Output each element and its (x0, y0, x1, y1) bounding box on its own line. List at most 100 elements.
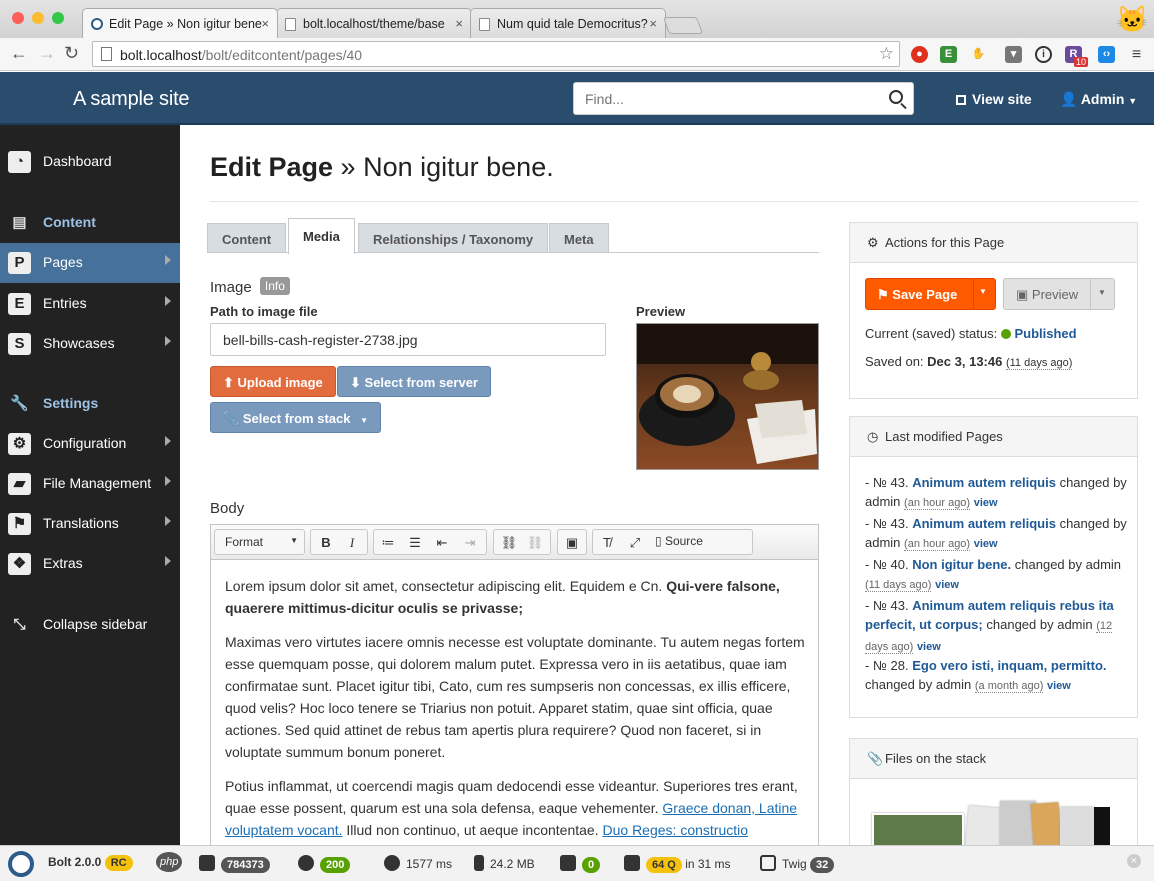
maximize-window-button[interactable] (52, 12, 64, 24)
sidebar-section-content[interactable]: ▤ Content (0, 203, 180, 243)
sidebar-item-configuration[interactable]: ⚙ Configuration (0, 424, 180, 464)
save-options-caret-icon[interactable]: ▼ (979, 287, 987, 296)
item-view-link[interactable]: view (1047, 680, 1071, 692)
site-name[interactable]: A sample site (73, 88, 190, 111)
minimize-window-button[interactable] (32, 12, 44, 24)
forward-arrow-icon[interactable]: → (38, 43, 56, 64)
sidebar-item-showcases[interactable]: S Showcases (0, 324, 180, 364)
info-extension-icon[interactable]: i (1035, 46, 1052, 63)
rich-text-editor[interactable]: Format ▼ B I ≔ ☰ ⇤ ⇥ ⛓ ⛓ ▣ T̸ ⤢ ▯ Source… (210, 524, 819, 845)
pocket-extension-icon[interactable]: ▾ (1005, 46, 1022, 63)
unlink-icon[interactable]: ⛓ (525, 533, 545, 553)
info-badge[interactable]: Info (259, 277, 290, 295)
sidebar-section-label: Content (43, 214, 96, 230)
sidebar-item-file-management[interactable]: ▰ File Management (0, 464, 180, 504)
sidebar-item-dashboard[interactable]: ◔ Dashboard (0, 142, 180, 182)
reload-icon[interactable]: ↻ (64, 43, 79, 64)
preview-options-caret-icon[interactable]: ▼ (1098, 288, 1106, 297)
requests-info[interactable]: 784373 (199, 855, 270, 873)
browser-tab-edit-page[interactable]: Edit Page » Non igitur bene × (82, 8, 278, 38)
upload-image-button[interactable]: ⬆ Upload image (210, 366, 336, 397)
item-link[interactable]: Animum autem reliquis (912, 475, 1056, 490)
item-link[interactable]: Ego vero isti, inquam, permitto. (912, 658, 1106, 673)
sidebar-item-extras[interactable]: ❖ Extras (0, 544, 180, 584)
sidebar-item-translations[interactable]: ⚑ Translations (0, 504, 180, 544)
search-input[interactable] (585, 91, 865, 107)
outdent-icon[interactable]: ⇤ (432, 533, 452, 553)
time-value: 1577 ms (406, 857, 453, 871)
stack-thumbnail[interactable] (872, 813, 964, 845)
close-tab-icon[interactable]: × (261, 16, 269, 31)
link-icon[interactable]: ⛓ (499, 533, 519, 553)
tab-media[interactable]: Media (288, 218, 355, 254)
item-link[interactable]: Animum autem reliquis (912, 516, 1056, 531)
browser-tab-theme[interactable]: bolt.localhost/theme/base × (276, 8, 472, 38)
twig-badge: 32 (810, 857, 835, 873)
close-debugbar-icon[interactable]: × (1127, 854, 1141, 868)
stack-thumbnail[interactable] (1060, 807, 1094, 845)
sidebar-item-pages[interactable]: P Pages (0, 243, 180, 283)
image-path-input[interactable] (210, 323, 606, 356)
bolt-version[interactable]: Bolt 2.0.0 RC (48, 855, 133, 871)
item-view-link[interactable]: view (974, 538, 998, 550)
new-tab-button[interactable] (662, 17, 704, 34)
body-link[interactable]: Duo Reges: constructio (603, 822, 749, 838)
browser-tab-democritus[interactable]: Num quid tale Democritus? × (470, 8, 666, 38)
item-ago: (an hour ago) (904, 538, 971, 551)
maximize-icon[interactable]: ⤢ (625, 533, 645, 553)
preview-button[interactable]: ▣ Preview (1016, 287, 1078, 303)
bolt-logo-icon[interactable] (8, 851, 34, 880)
tab-meta[interactable]: Meta (549, 223, 609, 253)
stack-thumbnails[interactable] (872, 799, 1127, 845)
numbered-list-icon[interactable]: ≔ (378, 533, 398, 553)
source-button[interactable]: ▯ Source (655, 534, 703, 548)
italic-icon[interactable]: I (342, 533, 362, 553)
time-info[interactable]: 1577 ms (384, 855, 452, 871)
hand-extension-icon[interactable]: ✋ (970, 46, 987, 63)
save-page-button[interactable]: ⚑ Save Page (877, 287, 957, 303)
close-tab-icon[interactable]: × (455, 16, 463, 31)
stack-thumbnail[interactable] (1030, 802, 1062, 845)
close-window-button[interactable] (12, 12, 24, 24)
format-dropdown[interactable]: Format ▼ (214, 529, 305, 555)
sidebar-item-entries[interactable]: E Entries (0, 284, 180, 324)
view-site-link[interactable]: View site (956, 91, 1032, 107)
menu-icon[interactable]: ≡ (1128, 46, 1145, 63)
bookmark-star-icon[interactable]: ☆ (879, 44, 894, 64)
code-extension-icon[interactable]: ‹› (1098, 46, 1115, 63)
select-from-stack-button[interactable]: 📎 Select from stack ▼ (210, 402, 382, 433)
tab-content[interactable]: Content (207, 223, 287, 253)
back-arrow-icon[interactable]: ← (10, 43, 28, 64)
memory-info[interactable]: 24.2 MB (474, 855, 535, 871)
indent-icon[interactable]: ⇥ (460, 533, 480, 553)
item-view-link[interactable]: view (917, 641, 941, 653)
select-from-server-button[interactable]: ⬇ Select from server (337, 366, 491, 397)
image-icon[interactable]: ▣ (562, 533, 582, 553)
config-info[interactable]: 200 (298, 855, 351, 873)
stack-thumbnail[interactable] (1094, 807, 1110, 845)
queries-info[interactable]: 64 Q in 31 ms (624, 855, 731, 873)
close-tab-icon[interactable]: × (649, 16, 657, 31)
address-bar[interactable]: bolt.localhost/bolt/editcontent/pages/40… (92, 41, 900, 67)
php-info[interactable]: php (156, 852, 183, 872)
sidebar-section-settings[interactable]: 🔧 Settings (0, 384, 180, 424)
image-preview[interactable] (636, 323, 819, 470)
profile-cat-icon[interactable]: 🐱 (1116, 4, 1148, 35)
evernote-extension-icon[interactable]: E (940, 46, 957, 63)
search-icon[interactable] (889, 90, 903, 104)
bullet-list-icon[interactable]: ☰ (405, 533, 425, 553)
admin-menu[interactable]: 👤 Admin ▼ (1060, 91, 1137, 108)
stop-extension-icon[interactable]: ● (911, 46, 928, 63)
item-view-link[interactable]: view (974, 497, 998, 509)
search-box[interactable] (573, 82, 914, 115)
status-value[interactable]: Published (1014, 326, 1076, 341)
editor-body[interactable]: Lorem ipsum dolor sit amet, consectetur … (225, 575, 805, 845)
item-link[interactable]: Non igitur bene. (912, 557, 1011, 572)
remove-format-icon[interactable]: T̸ (597, 533, 617, 553)
bold-icon[interactable]: B (316, 533, 336, 553)
messages-info[interactable]: 0 (560, 855, 601, 873)
item-view-link[interactable]: view (935, 579, 959, 591)
collapse-sidebar-button[interactable]: ⤡ Collapse sidebar (0, 605, 180, 645)
tab-relationships-taxonomy[interactable]: Relationships / Taxonomy (358, 223, 549, 253)
twig-info[interactable]: Twig 32 (760, 855, 835, 873)
